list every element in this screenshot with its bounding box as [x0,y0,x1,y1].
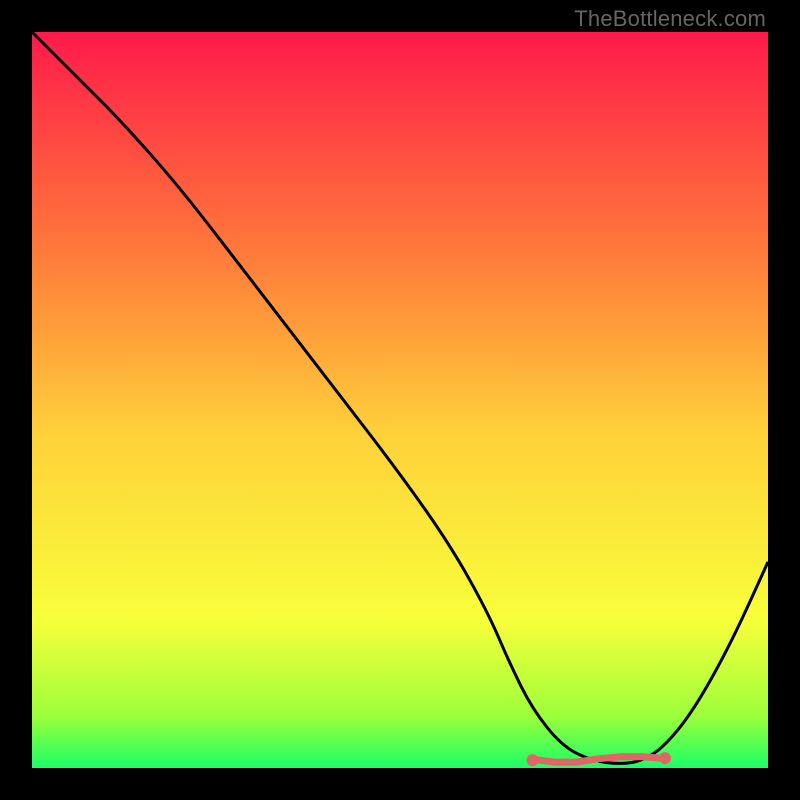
chart-frame [32,32,768,768]
optimal-range-start-dot [526,754,538,766]
bottleneck-chart [32,32,768,768]
optimal-range-end-dot [659,752,671,764]
chart-background [32,32,768,768]
watermark-text: TheBottleneck.com [574,6,766,32]
